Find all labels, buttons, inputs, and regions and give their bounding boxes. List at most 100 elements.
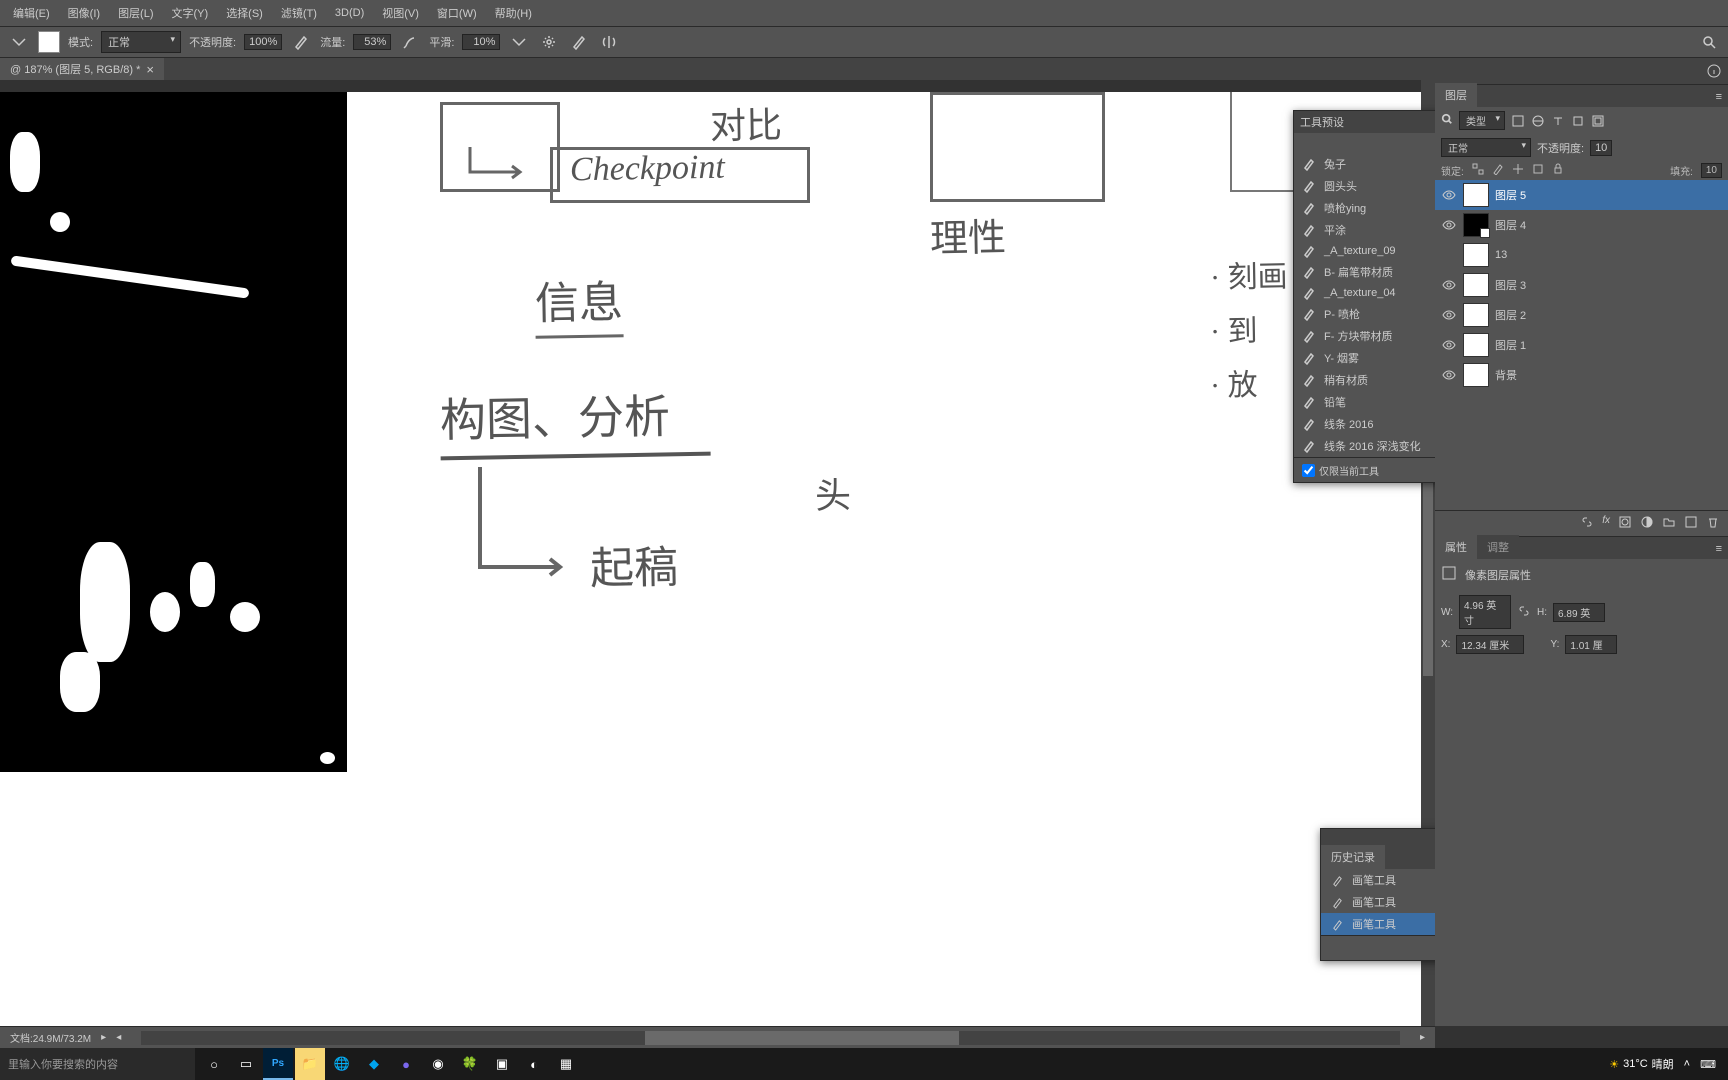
tray-lang-icon[interactable]: ⌨ <box>1700 1058 1716 1071</box>
adjust-layer-icon[interactable] <box>1640 515 1654 532</box>
filter-search-icon[interactable] <box>1441 113 1453 128</box>
layer-list[interactable]: 图层 5 图层 4 13 图层 3 图层 2 图层 1 背景 <box>1435 180 1728 390</box>
layer-row[interactable]: 图层 2 <box>1435 300 1728 330</box>
visibility-icon[interactable] <box>1441 188 1457 202</box>
menu-text[interactable]: 文字(Y) <box>164 1 217 25</box>
filter-adjust-icon[interactable] <box>1531 114 1545 128</box>
layer-row[interactable]: 图层 4 <box>1435 210 1728 240</box>
w-field[interactable]: 4.96 英寸 <box>1459 595 1511 629</box>
layer-opacity-value[interactable]: 10 <box>1590 140 1612 156</box>
delete-layer-icon[interactable] <box>1706 515 1720 532</box>
status-caret-icon[interactable]: ▸ <box>101 1032 106 1043</box>
taskbar-app-4[interactable]: 🍀 <box>455 1048 485 1080</box>
tool-dropdown[interactable] <box>8 31 30 53</box>
opacity-value[interactable]: 100% <box>244 34 282 50</box>
lock-trans-icon[interactable] <box>1472 163 1484 178</box>
visibility-icon[interactable] <box>1441 278 1457 292</box>
layer-name[interactable]: 图层 3 <box>1495 277 1526 293</box>
layer-row[interactable]: 背景 <box>1435 360 1728 390</box>
opacity-pressure-icon[interactable] <box>290 31 312 53</box>
close-icon[interactable]: × <box>146 62 154 77</box>
layer-row[interactable]: 图层 1 <box>1435 330 1728 360</box>
canvas[interactable]: 对比 Checkpoint 理性 信息 构图、分析 起稿 头 · 刻画 · 到 … <box>0 92 1435 1026</box>
layer-name[interactable]: 图层 1 <box>1495 337 1526 353</box>
lock-pos-icon[interactable] <box>1512 163 1524 178</box>
airbrush-icon[interactable] <box>399 31 421 53</box>
taskbar-app-1[interactable]: ◆ <box>359 1048 389 1080</box>
only-current-checkbox[interactable]: 仅限当前工具 <box>1302 463 1379 478</box>
smooth-value[interactable]: 10% <box>462 34 500 50</box>
layer-name[interactable]: 背景 <box>1495 367 1517 383</box>
lock-all-icon[interactable] <box>1552 163 1564 178</box>
layer-row[interactable]: 图层 5 <box>1435 180 1728 210</box>
layer-name[interactable]: 图层 4 <box>1495 217 1526 233</box>
visibility-icon[interactable] <box>1441 218 1457 232</box>
layer-row[interactable]: 图层 3 <box>1435 270 1728 300</box>
properties-tab[interactable]: 属性 <box>1435 535 1477 559</box>
smooth-options-icon[interactable] <box>508 31 530 53</box>
mode-select[interactable]: 正常 <box>101 31 181 53</box>
pressure-size-icon[interactable] <box>568 31 590 53</box>
gear-icon[interactable] <box>538 31 560 53</box>
adjustments-tab[interactable]: 调整 <box>1477 535 1519 559</box>
menu-filter[interactable]: 滤镜(T) <box>273 1 325 25</box>
layer-fill-value[interactable]: 10 <box>1701 163 1722 178</box>
group-icon[interactable] <box>1662 515 1676 532</box>
history-tab[interactable]: 历史记录 <box>1321 845 1385 869</box>
taskbar-weather[interactable]: ☀ 31°C 晴朗 <box>1609 1056 1673 1072</box>
visibility-icon[interactable] <box>1441 368 1457 382</box>
visibility-icon[interactable] <box>1441 308 1457 322</box>
scroll-left-icon[interactable]: ◂ <box>116 1032 121 1043</box>
new-layer-icon[interactable] <box>1684 515 1698 532</box>
menu-edit[interactable]: 编辑(E) <box>5 1 58 25</box>
info-icon[interactable] <box>1706 63 1722 82</box>
menu-select[interactable]: 选择(S) <box>218 1 271 25</box>
filter-type-icon[interactable] <box>1551 114 1565 128</box>
taskbar-app-ps[interactable]: Ps <box>263 1048 293 1080</box>
taskbar-app-5[interactable]: ▣ <box>487 1048 517 1080</box>
taskbar-app-chrome[interactable]: 🌐 <box>327 1048 357 1080</box>
panel-menu-icon[interactable]: ≡ <box>1710 539 1728 559</box>
taskbar-app-3[interactable]: ◉ <box>423 1048 453 1080</box>
menu-window[interactable]: 窗口(W) <box>429 1 485 25</box>
layer-name[interactable]: 图层 2 <box>1495 307 1526 323</box>
scroll-right-icon[interactable]: ▸ <box>1420 1032 1425 1043</box>
symmetry-icon[interactable] <box>598 31 620 53</box>
flow-value[interactable]: 53% <box>353 34 391 50</box>
visibility-icon[interactable] <box>1441 338 1457 352</box>
filter-smart-icon[interactable] <box>1591 114 1605 128</box>
search-icon[interactable] <box>1698 31 1720 53</box>
menu-help[interactable]: 帮助(H) <box>487 1 540 25</box>
lock-nest-icon[interactable] <box>1532 163 1544 178</box>
layers-tab[interactable]: 图层 <box>1435 83 1477 107</box>
taskbar-app-2[interactable]: ● <box>391 1048 421 1080</box>
layer-name[interactable]: 13 <box>1495 249 1507 261</box>
taskbar-search[interactable]: 里输入你要搜索的内容 <box>0 1048 195 1080</box>
menu-view[interactable]: 视图(V) <box>374 1 427 25</box>
hscrollbar[interactable] <box>141 1031 1400 1045</box>
filter-kind-select[interactable]: 类型 <box>1459 111 1505 130</box>
taskbar-cortana-icon[interactable]: ○ <box>199 1048 229 1080</box>
filter-pixel-icon[interactable] <box>1511 114 1525 128</box>
menu-3d[interactable]: 3D(D) <box>327 3 372 23</box>
filter-shape-icon[interactable] <box>1571 114 1585 128</box>
taskbar-app-6[interactable]: ◐ <box>519 1048 549 1080</box>
tray-up-icon[interactable]: ˄ <box>1684 1058 1690 1070</box>
mask-icon[interactable] <box>1618 515 1632 532</box>
blend-mode-select[interactable]: 正常 <box>1441 138 1531 157</box>
link-layers-icon[interactable] <box>1580 515 1594 532</box>
layer-row[interactable]: 13 <box>1435 240 1728 270</box>
taskbar-app-explorer[interactable]: 📁 <box>295 1048 325 1080</box>
document-tab[interactable]: @ 187% (图层 5, RGB/8) * × <box>0 58 164 80</box>
canvas-area[interactable]: 对比 Checkpoint 理性 信息 构图、分析 起稿 头 · 刻画 · 到 … <box>0 80 1435 1026</box>
h-field[interactable]: 6.89 英 <box>1553 603 1605 622</box>
lock-paint-icon[interactable] <box>1492 163 1504 178</box>
brush-swatch[interactable] <box>38 31 60 53</box>
taskbar-taskview-icon[interactable]: ▭ <box>231 1048 261 1080</box>
layer-name[interactable]: 图层 5 <box>1495 187 1526 203</box>
menu-image[interactable]: 图像(I) <box>60 1 108 25</box>
menu-layer[interactable]: 图层(L) <box>110 1 161 25</box>
link-wh-icon[interactable] <box>1517 604 1531 621</box>
taskbar-app-7[interactable]: ▦ <box>551 1048 581 1080</box>
x-field[interactable]: 12.34 厘米 <box>1456 635 1524 654</box>
